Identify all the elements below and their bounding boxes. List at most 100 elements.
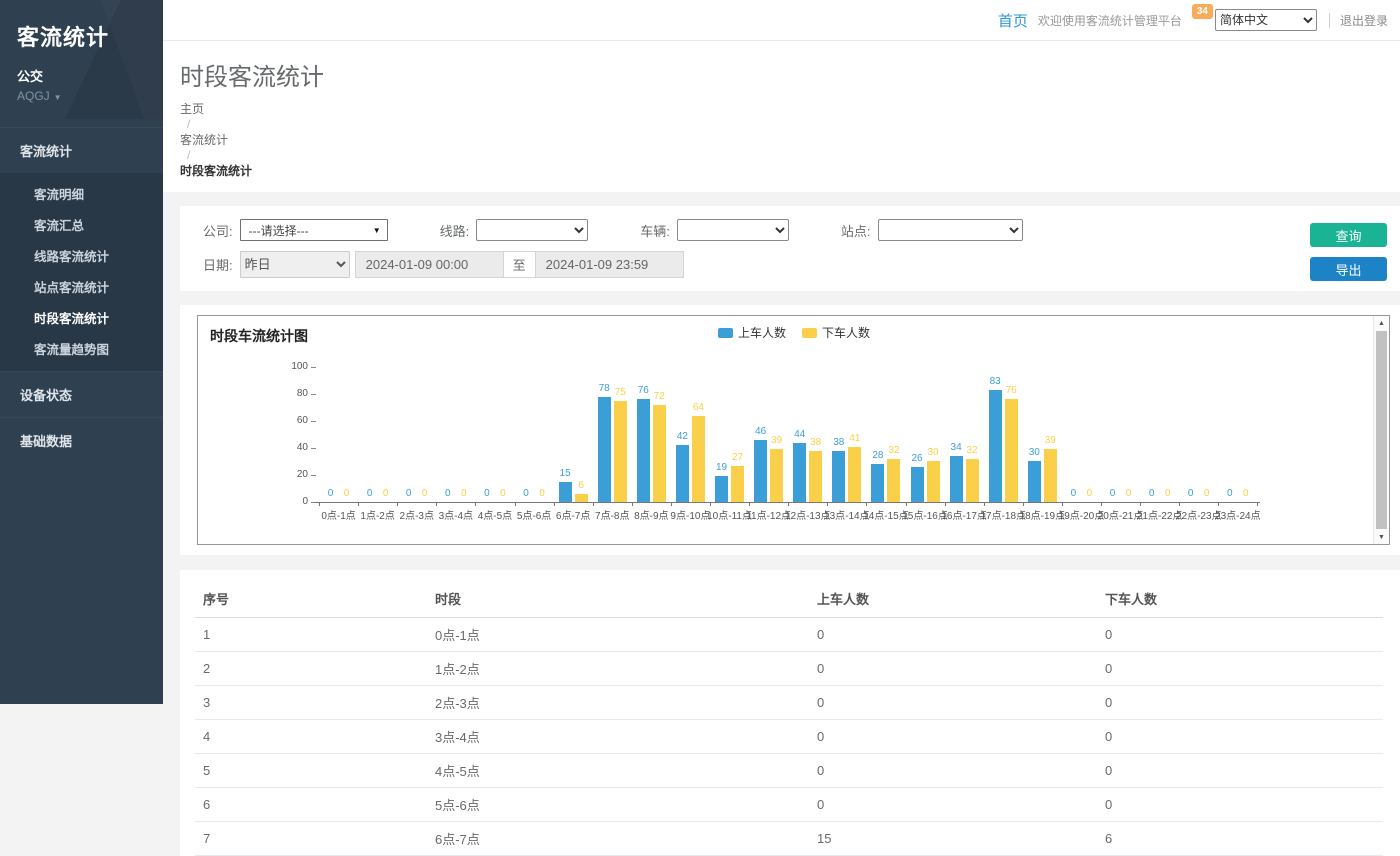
x-axis-tick (827, 502, 828, 506)
y-axis-tick (311, 475, 316, 476)
bar-boarding[interactable] (871, 464, 884, 502)
date-start-input[interactable] (355, 251, 503, 278)
bar-alighting[interactable] (692, 416, 705, 502)
bar-boarding[interactable] (598, 397, 611, 502)
sidebar-subitem[interactable]: 客流量趋势图 (0, 333, 163, 364)
y-axis-label: 40 (278, 442, 308, 453)
bar-boarding[interactable] (911, 467, 924, 502)
y-axis-label: 80 (278, 388, 308, 399)
x-axis-tick (1218, 502, 1219, 506)
bar-boarding[interactable] (1028, 461, 1041, 502)
chart-widget: 时段车流统计图 上车人数下车人数 020406080100000点-1点001点… (197, 315, 1390, 545)
bar-boarding[interactable] (754, 440, 767, 502)
bar-boarding[interactable] (989, 390, 1002, 502)
bar-alighting[interactable] (809, 451, 822, 502)
line-label: 线路: (440, 221, 470, 240)
bar-value-label: 32 (957, 445, 987, 456)
language-select[interactable]: 简体中文 (1215, 9, 1317, 31)
x-axis-tick (906, 502, 907, 506)
breadcrumb: 主页/客流统计/时段客流统计 (180, 100, 1400, 179)
x-axis-tick (749, 502, 750, 506)
sidebar-nav: 客流统计客流明细客流汇总线路客流统计站点客流统计时段客流统计客流量趋势图设备状态… (0, 127, 163, 463)
sidebar-subitem[interactable]: 线路客流统计 (0, 240, 163, 271)
bar-boarding[interactable] (676, 445, 689, 502)
sidebar-item-2[interactable]: 基础数据 (0, 417, 163, 463)
app-title: 客流统计 (17, 20, 153, 52)
scroll-up-arrow-icon[interactable]: ▲ (1374, 316, 1389, 330)
page-heading: 时段客流统计 主页/客流统计/时段客流统计 (163, 41, 1400, 192)
table-cell: 5点-6点 (427, 788, 809, 822)
table-cell: 6 (1097, 822, 1383, 856)
user-name: AQGJ (17, 89, 50, 103)
chart-panel: 时段车流统计图 上车人数下车人数 020406080100000点-1点001点… (180, 305, 1400, 555)
scrollbar-thumb[interactable] (1376, 331, 1387, 529)
table-cell: 3点-4点 (427, 720, 809, 754)
scroll-down-arrow-icon[interactable]: ▼ (1374, 530, 1389, 544)
bar-value-label: 15 (550, 468, 580, 479)
x-axis-tick (397, 502, 398, 506)
sidebar-item-0[interactable]: 客流统计 (0, 127, 163, 173)
table-cell: 2点-3点 (427, 686, 809, 720)
date-end-input[interactable] (536, 251, 684, 278)
x-axis-tick (1140, 502, 1141, 506)
date-preset-select[interactable]: 昨日 (240, 251, 350, 278)
bar-boarding[interactable] (637, 399, 650, 502)
table-cell: 0 (1097, 686, 1383, 720)
sidebar-subitem[interactable]: 时段客流统计 (0, 302, 163, 333)
logout-link[interactable]: 退出登录 (1340, 12, 1388, 29)
table-row: 65点-6点00 (195, 788, 1383, 822)
user-menu[interactable]: AQGJ▼ (17, 89, 153, 103)
bar-boarding[interactable] (832, 451, 845, 502)
bar-alighting[interactable] (1005, 399, 1018, 502)
date-label: 日期: (203, 255, 233, 274)
table-cell: 5 (195, 754, 427, 788)
table-header-cell: 序号 (195, 580, 427, 618)
bar-alighting[interactable] (927, 461, 940, 502)
bar-value-label: 39 (1035, 435, 1065, 446)
x-axis-line (314, 502, 1260, 503)
legend-color-chip (718, 328, 733, 338)
x-axis-tick (671, 502, 672, 506)
bar-boarding[interactable] (715, 476, 728, 502)
y-axis-tick (311, 421, 316, 422)
query-button[interactable]: 查询 (1310, 223, 1387, 247)
sidebar-subitem[interactable]: 客流汇总 (0, 209, 163, 240)
bar-alighting[interactable] (770, 449, 783, 502)
breadcrumb-item[interactable]: 主页 (180, 102, 204, 116)
x-axis-tick (1023, 502, 1024, 506)
table-cell: 0 (809, 652, 1097, 686)
bar-alighting[interactable] (887, 459, 900, 502)
table-cell: 0 (809, 686, 1097, 720)
bar-alighting[interactable] (1044, 449, 1057, 502)
line-select[interactable] (476, 219, 588, 241)
company-filter: 公司: ---请选择--- ▼ (203, 219, 388, 241)
station-select[interactable] (878, 219, 1023, 241)
vehicle-select[interactable] (677, 219, 789, 241)
legend-color-chip (802, 328, 817, 338)
bar-value-label: 0 (1231, 488, 1261, 499)
x-axis-tick (710, 502, 711, 506)
table-cell: 0 (809, 720, 1097, 754)
breadcrumb-item[interactable]: 客流统计 (180, 133, 228, 147)
bar-alighting[interactable] (966, 459, 979, 502)
legend-item[interactable]: 上车人数 (718, 324, 786, 341)
chart-scrollbar[interactable]: ▲ ▼ (1373, 316, 1389, 544)
sidebar-item-1[interactable]: 设备状态 (0, 371, 163, 417)
y-axis-label: 0 (278, 496, 308, 507)
bar-boarding[interactable] (793, 443, 806, 502)
y-axis-tick (311, 367, 316, 368)
legend-item[interactable]: 下车人数 (802, 324, 870, 341)
sidebar-subitem[interactable]: 站点客流统计 (0, 271, 163, 302)
export-button[interactable]: 导出 (1310, 257, 1387, 281)
bar-alighting[interactable] (731, 466, 744, 502)
bar-alighting[interactable] (575, 494, 588, 502)
table-row: 32点-3点00 (195, 686, 1383, 720)
home-link[interactable]: 首页 (998, 10, 1028, 31)
station-filter: 站点: (841, 219, 1023, 241)
sidebar-subitem[interactable]: 客流明细 (0, 178, 163, 209)
bar-alighting[interactable] (653, 405, 666, 502)
bar-alighting[interactable] (614, 401, 627, 502)
company-dropdown[interactable]: ---请选择--- ▼ (240, 219, 388, 241)
bar-alighting[interactable] (848, 447, 861, 502)
bar-boarding[interactable] (950, 456, 963, 502)
